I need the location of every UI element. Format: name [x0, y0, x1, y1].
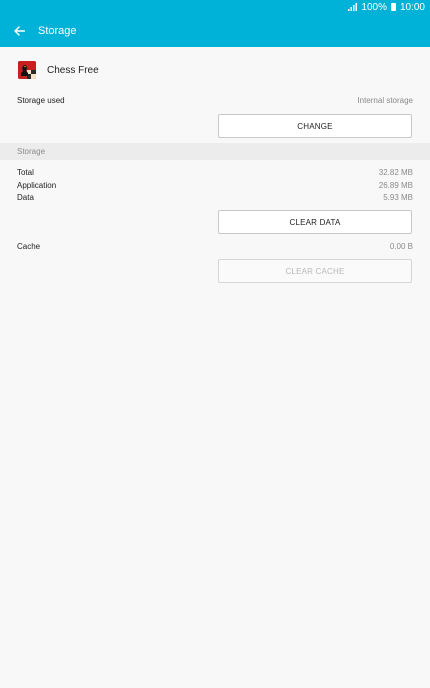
signal-icon: [348, 3, 358, 11]
storage-section-header: Storage: [0, 143, 430, 160]
application-value: 26.89 MB: [378, 181, 413, 190]
change-button[interactable]: CHANGE: [218, 114, 412, 138]
cache-label: Cache: [17, 242, 41, 251]
data-label: Data: [17, 193, 34, 202]
cache-row: Cache 0.00 B: [17, 242, 413, 251]
app-name: Chess Free: [47, 64, 99, 76]
application-label: Application: [17, 181, 57, 190]
page-title: Storage: [38, 24, 77, 37]
storage-row-data: Data 5.93 MB: [17, 193, 413, 202]
storage-used-label: Storage used: [17, 96, 65, 105]
chess-app-icon: [18, 61, 36, 79]
data-value: 5.93 MB: [383, 193, 413, 202]
battery-icon: [390, 3, 396, 11]
back-arrow-icon: [13, 25, 25, 36]
storage-section-title: Storage: [17, 147, 46, 156]
storage-row-application: Application 26.89 MB: [17, 181, 413, 190]
app-bar: Storage: [0, 14, 430, 47]
status-bar: 100% 10:00: [0, 0, 430, 14]
battery-percent: 100%: [361, 1, 387, 13]
total-value: 32.82 MB: [378, 168, 413, 177]
storage-used-row: Storage used Internal storage: [17, 96, 413, 105]
cache-value: 0.00 B: [389, 242, 413, 251]
clear-cache-button[interactable]: CLEAR CACHE: [218, 259, 412, 283]
back-button[interactable]: [0, 14, 38, 47]
storage-used-value: Internal storage: [357, 96, 413, 105]
app-header: Chess Free: [0, 56, 430, 84]
clear-data-button[interactable]: CLEAR DATA: [218, 210, 412, 234]
clock: 10:00: [399, 1, 425, 13]
storage-row-total: Total 32.82 MB: [17, 168, 413, 177]
total-label: Total: [17, 168, 34, 177]
